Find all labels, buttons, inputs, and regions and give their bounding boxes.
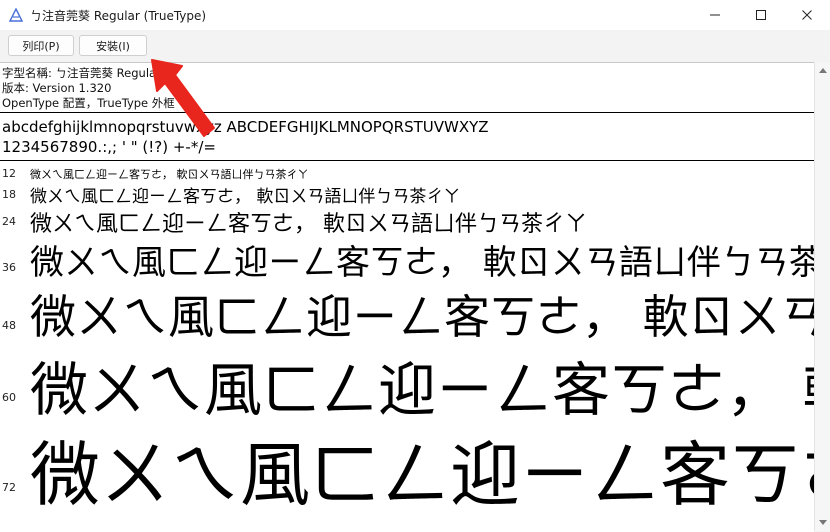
window-title: ㄅ注音莞葵 Regular (TrueType) <box>30 9 207 23</box>
title-bar: ㄅ注音莞葵 Regular (TrueType) <box>0 0 830 30</box>
version-line: 版本: Version 1.320 <box>2 81 112 95</box>
alphabet-sample: abcdefghijklmnopqrstuvwxyz ABCDEFGHIJKLM… <box>2 118 489 136</box>
minimize-button[interactable] <box>692 0 738 30</box>
preview-text: 微ㄨㄟ風ㄈㄥ迎ㄧㄥ客ㄎㄜ， 軟ㄖㄨㄢ語ㄩ伴ㄅㄢ茶ㄔㄚ <box>30 168 309 181</box>
preview-text: 微ㄨㄟ風ㄈㄥ迎ㄧㄥ客ㄎㄜ， 軟ㄖㄨㄢ語ㄩ伴ㄅㄢ茶ㄔㄚ <box>30 212 587 237</box>
annotation-arrow-icon <box>151 59 215 137</box>
install-button[interactable]: 安裝(I) <box>79 35 147 56</box>
minimize-icon <box>710 14 720 16</box>
preview-text: 微ㄨㄟ風ㄈㄥ迎ㄧㄥ客ㄎㄜ， 軟ㄖㄨㄢ語ㄩ伴ㄅㄢ茶ㄔㄚ <box>30 356 814 424</box>
preview-text: 微ㄨㄟ風ㄈㄥ迎ㄧㄥ客ㄎㄜ， 軟ㄖㄨㄢ語ㄩ伴ㄅㄢ茶ㄔㄚ <box>30 434 814 516</box>
preview-row-60: 60 微ㄨㄟ風ㄈㄥ迎ㄧㄥ客ㄎㄜ， 軟ㄖㄨㄢ語ㄩ伴ㄅㄢ茶ㄔㄚ <box>0 345 814 424</box>
size-label: 24 <box>2 215 16 228</box>
size-label: 60 <box>2 391 16 404</box>
preview-text: 微ㄨㄟ風ㄈㄥ迎ㄧㄥ客ㄎㄜ， 軟ㄖㄨㄢ語ㄩ伴ㄅㄢ茶ㄔㄚ <box>30 187 461 207</box>
preview-row-12: 12 微ㄨㄟ風ㄈㄥ迎ㄧㄥ客ㄎㄜ， 軟ㄖㄨㄢ語ㄩ伴ㄅㄢ茶ㄔㄚ <box>0 167 814 181</box>
preview-row-24: 24 微ㄨㄟ風ㄈㄥ迎ㄧㄥ客ㄎㄜ， 軟ㄖㄨㄢ語ㄩ伴ㄅㄢ茶ㄔㄚ <box>0 210 814 237</box>
maximize-button[interactable] <box>738 0 784 30</box>
divider <box>0 160 814 161</box>
font-name-line: 字型名稱: ㄅ注音莞葵 Regular <box>2 66 161 80</box>
preview-text: 微ㄨㄟ風ㄈㄥ迎ㄧㄥ客ㄎㄜ， 軟ㄖㄨㄢ語ㄩ伴ㄅㄢ茶ㄔㄚ <box>30 290 814 344</box>
scroll-up-icon[interactable] <box>819 68 827 73</box>
divider <box>0 112 814 113</box>
preview-row-48: 48 微ㄨㄟ風ㄈㄥ迎ㄧㄥ客ㄎㄜ， 軟ㄖㄨㄢ語ㄩ伴ㄅㄢ茶ㄔㄚ <box>0 285 814 344</box>
preview-row-36: 36 微ㄨㄟ風ㄈㄥ迎ㄧㄥ客ㄎㄜ， 軟ㄖㄨㄢ語ㄩ伴ㄅㄢ茶ㄔㄚ <box>0 237 814 283</box>
size-label: 48 <box>2 319 16 332</box>
size-label: 12 <box>2 167 16 180</box>
font-preview-pane[interactable]: 字型名稱: ㄅ注音莞葵 Regular 版本: Version 1.320 Op… <box>0 62 814 532</box>
arrow-shape <box>151 59 215 137</box>
scroll-down-icon[interactable] <box>819 520 827 525</box>
font-viewer-app-icon <box>9 8 23 22</box>
print-button[interactable]: 列印(P) <box>8 35 74 56</box>
close-button[interactable] <box>784 0 830 30</box>
size-label: 36 <box>2 261 16 274</box>
size-label: 72 <box>2 481 16 494</box>
maximize-icon <box>756 10 766 20</box>
preview-row-72: 72 微ㄨㄟ風ㄈㄥ迎ㄧㄥ客ㄎㄜ， 軟ㄖㄨㄢ語ㄩ伴ㄅㄢ茶ㄔㄚ <box>0 419 814 516</box>
close-icon <box>802 10 812 20</box>
toolbar: 列印(P) 安裝(I) <box>0 30 830 62</box>
preview-row-18: 18 微ㄨㄟ風ㄈㄥ迎ㄧㄥ客ㄎㄜ， 軟ㄖㄨㄢ語ㄩ伴ㄅㄢ茶ㄔㄚ <box>0 186 814 207</box>
preview-text: 微ㄨㄟ風ㄈㄥ迎ㄧㄥ客ㄎㄜ， 軟ㄖㄨㄢ語ㄩ伴ㄅㄢ茶ㄔㄚ <box>30 243 814 283</box>
size-label: 18 <box>2 188 16 201</box>
vertical-scrollbar[interactable] <box>814 62 830 531</box>
